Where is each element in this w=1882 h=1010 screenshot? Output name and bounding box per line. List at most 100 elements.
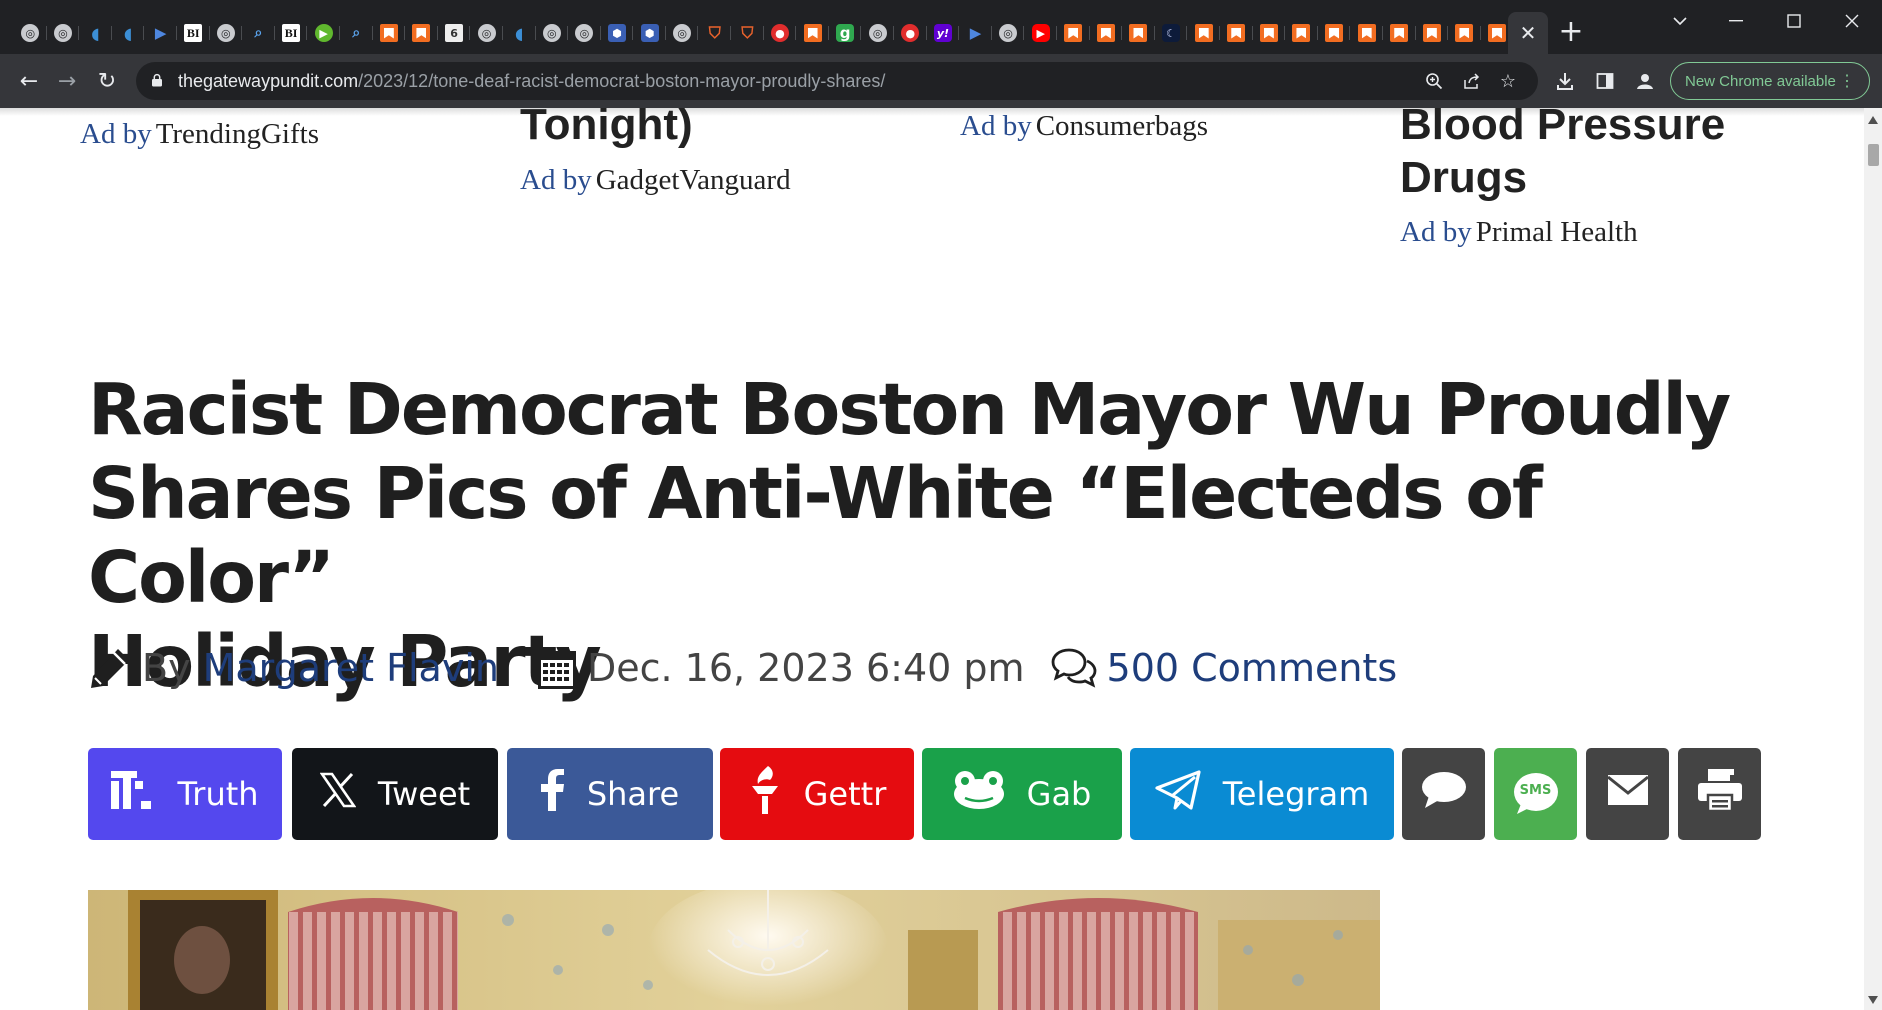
maximize-icon[interactable] bbox=[1774, 6, 1814, 36]
tab-9[interactable]: BI bbox=[275, 20, 308, 46]
profile-icon[interactable] bbox=[1632, 68, 1658, 94]
tab-3[interactable]: ◖ bbox=[79, 20, 112, 46]
author-link[interactable]: Margaret Flavin bbox=[203, 646, 499, 690]
tab-2[interactable]: ◎ bbox=[47, 20, 80, 46]
tab-4[interactable]: ◖ bbox=[112, 20, 145, 46]
facebook-icon bbox=[540, 769, 565, 819]
tab-43[interactable] bbox=[1383, 20, 1416, 46]
scroll-down-arrow-icon[interactable] bbox=[1868, 996, 1878, 1004]
headline-line: Shares Pics of Anti-White “Electeds of C… bbox=[88, 452, 1543, 619]
truth-social-share-button[interactable]: Truth bbox=[88, 748, 282, 840]
tab-42[interactable] bbox=[1350, 20, 1383, 46]
tab-40[interactable] bbox=[1285, 20, 1318, 46]
side-panel-icon[interactable] bbox=[1592, 68, 1618, 94]
tab-23[interactable]: ⛉ bbox=[731, 20, 764, 46]
minimize-icon[interactable] bbox=[1716, 6, 1756, 36]
tab-29[interactable]: y! bbox=[927, 20, 960, 46]
tab-17[interactable]: ◎ bbox=[536, 20, 569, 46]
tab-41[interactable] bbox=[1318, 20, 1351, 46]
chrome-update-label: New Chrome available bbox=[1685, 72, 1836, 90]
print-button[interactable] bbox=[1678, 748, 1761, 840]
zoom-icon[interactable] bbox=[1422, 69, 1446, 93]
new-tab-button[interactable]: + bbox=[1556, 17, 1586, 48]
tab-39[interactable] bbox=[1253, 20, 1286, 46]
bookmark-star-icon[interactable]: ☆ bbox=[1496, 69, 1520, 93]
tab-14[interactable]: 6 bbox=[438, 20, 471, 46]
tab-18[interactable]: ◎ bbox=[568, 20, 601, 46]
tab-19[interactable]: ⬢ bbox=[601, 20, 634, 46]
comments-icon bbox=[1051, 647, 1097, 689]
email-share-button[interactable] bbox=[1586, 748, 1669, 840]
page-scrollbar[interactable] bbox=[1864, 108, 1882, 1010]
tab-24[interactable]: ● bbox=[764, 20, 797, 46]
tab-38[interactable] bbox=[1220, 20, 1253, 46]
comment-share-button[interactable] bbox=[1402, 748, 1485, 840]
tab-1[interactable]: ◎ bbox=[14, 20, 47, 46]
tab-31[interactable]: ◎ bbox=[992, 20, 1025, 46]
tab-15[interactable]: ◎ bbox=[470, 20, 503, 46]
play-icon: ▶ bbox=[314, 24, 333, 42]
tab-13[interactable] bbox=[405, 20, 438, 46]
scroll-up-arrow-icon[interactable] bbox=[1868, 116, 1878, 124]
tab-35[interactable] bbox=[1122, 20, 1155, 46]
share-page-icon[interactable] bbox=[1460, 69, 1484, 93]
ad-card-1[interactable]: Ad by TrendingGifts bbox=[80, 118, 319, 151]
telegram-share-button[interactable]: Telegram bbox=[1130, 748, 1394, 840]
tab-37[interactable] bbox=[1187, 20, 1220, 46]
tab-32[interactable]: ▶ bbox=[1024, 20, 1057, 46]
tab-30[interactable]: ▶ bbox=[959, 20, 992, 46]
tab-36[interactable]: ☾ bbox=[1155, 20, 1188, 46]
sms-share-button[interactable]: SMS bbox=[1494, 748, 1577, 840]
tab-12[interactable] bbox=[373, 20, 406, 46]
tab-26[interactable]: g bbox=[829, 20, 862, 46]
tab-search-chevron-icon[interactable] bbox=[1660, 6, 1700, 36]
chrome-update-button[interactable]: New Chrome available ⋮ bbox=[1670, 62, 1870, 100]
tab-44[interactable] bbox=[1416, 20, 1449, 46]
tab-6[interactable]: BI bbox=[177, 20, 210, 46]
shield-icon: ◖ bbox=[514, 23, 524, 43]
tab-25[interactable] bbox=[796, 20, 829, 46]
address-bar[interactable]: thegatewaypundit.com/2023/12/tone-deaf-r… bbox=[136, 62, 1538, 100]
tab-8[interactable]: ⌕ bbox=[242, 20, 275, 46]
comments-link[interactable]: 500 Comments bbox=[1107, 646, 1398, 690]
sms-icon: SMS bbox=[1513, 772, 1559, 816]
tab-5[interactable]: ▶ bbox=[144, 20, 177, 46]
kebab-menu-icon[interactable]: ⋮ bbox=[1839, 71, 1855, 91]
scroll-thumb[interactable] bbox=[1868, 144, 1879, 166]
ad-card-4[interactable]: Ad by Primal Health bbox=[1400, 216, 1638, 249]
ad-card-2[interactable]: Ad by GadgetVanguard bbox=[520, 164, 791, 197]
tab-21[interactable]: ◎ bbox=[666, 20, 699, 46]
download-icon[interactable] bbox=[1552, 68, 1578, 94]
url-text[interactable]: thegatewaypundit.com/2023/12/tone-deaf-r… bbox=[178, 71, 885, 92]
tab-16[interactable]: ◖ bbox=[503, 20, 536, 46]
bookmark-icon bbox=[1064, 24, 1083, 42]
back-arrow-icon[interactable]: ← bbox=[14, 66, 44, 96]
tab-20[interactable]: ⬢ bbox=[633, 20, 666, 46]
gettr-share-button[interactable]: Gettr bbox=[720, 748, 914, 840]
tab-33[interactable] bbox=[1057, 20, 1090, 46]
article-meta: By Margaret Flavin Dec. 16, 2023 6:40 pm… bbox=[88, 638, 1397, 698]
lock-icon[interactable] bbox=[150, 73, 164, 87]
globe-icon: ◎ bbox=[53, 24, 72, 42]
tab-45[interactable] bbox=[1448, 20, 1481, 46]
bookmark-icon bbox=[1292, 24, 1311, 42]
tab-22[interactable]: ⛉ bbox=[698, 20, 731, 46]
tab-7[interactable]: ◎ bbox=[210, 20, 243, 46]
tab-11[interactable]: ⌕ bbox=[340, 20, 373, 46]
ad-card-3[interactable]: Ad by Consumerbags bbox=[960, 110, 1208, 143]
ad-headline[interactable]: Blood Pressure Drugs bbox=[1400, 108, 1725, 204]
window-close-icon[interactable] bbox=[1832, 6, 1872, 36]
reload-icon[interactable]: ↻ bbox=[92, 66, 122, 96]
ad-by-label: Ad by bbox=[1400, 216, 1472, 248]
tab-28[interactable]: ● bbox=[894, 20, 927, 46]
forward-arrow-icon[interactable]: → bbox=[52, 66, 82, 96]
tweet-button[interactable]: Tweet bbox=[292, 748, 498, 840]
tab-27[interactable]: ◎ bbox=[861, 20, 894, 46]
facebook-share-button[interactable]: Share bbox=[507, 748, 713, 840]
tab-10[interactable]: ▶ bbox=[307, 20, 340, 46]
ad-headline[interactable]: Tonight) bbox=[520, 108, 693, 151]
bookmark-icon bbox=[1325, 24, 1344, 42]
tab-34[interactable] bbox=[1090, 20, 1123, 46]
gab-share-button[interactable]: Gab bbox=[922, 748, 1122, 840]
close-tab-icon[interactable]: ✕ bbox=[1515, 20, 1541, 46]
